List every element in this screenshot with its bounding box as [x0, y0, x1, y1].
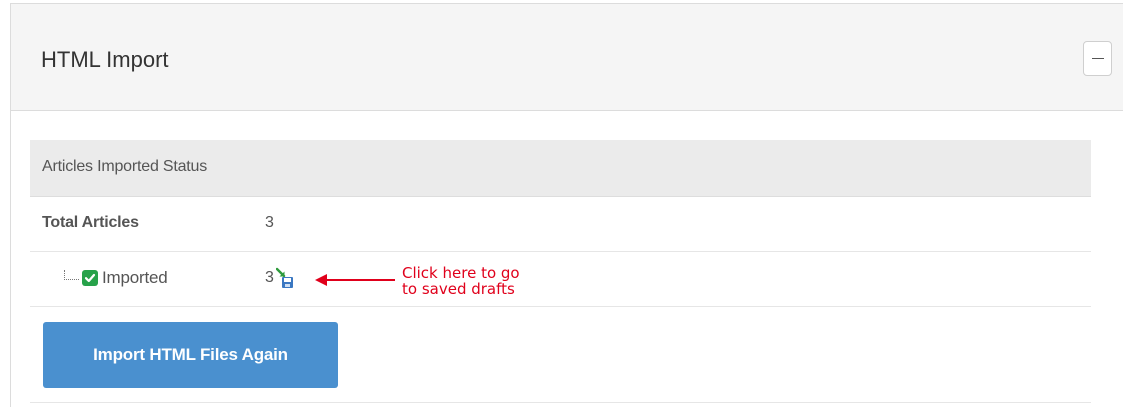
import-html-files-again-button[interactable]: Import HTML Files Again	[43, 322, 338, 388]
checkbox-checked-icon	[82, 270, 98, 286]
collapse-button[interactable]	[1083, 41, 1112, 76]
panel-title: HTML Import	[41, 47, 169, 72]
annotation-line-2: to saved drafts	[402, 280, 515, 298]
annotation-line-1: Click here to go	[402, 264, 520, 282]
divider	[30, 402, 1091, 403]
imported-value: 3	[265, 269, 274, 286]
table-header: Articles Imported Status	[30, 140, 1091, 197]
saved-drafts-icon[interactable]	[275, 267, 294, 289]
annotation-arrow	[315, 274, 395, 286]
table-row-total-articles: Total Articles 3	[30, 197, 1091, 252]
table-header-title: Articles Imported Status	[42, 158, 208, 175]
articles-status-table: Articles Imported Status Total Articles …	[30, 140, 1091, 307]
tree-connector	[64, 270, 79, 280]
table-row-imported: Imported 3 Click here to go to saved dra…	[30, 252, 1091, 307]
total-articles-label: Total Articles	[42, 214, 139, 231]
panel-header: HTML Import	[11, 4, 1123, 111]
annotation-text: Click here to go to saved drafts	[402, 265, 520, 297]
minus-icon	[1092, 58, 1104, 59]
total-articles-value: 3	[265, 214, 274, 231]
imported-label: Imported	[102, 268, 168, 287]
